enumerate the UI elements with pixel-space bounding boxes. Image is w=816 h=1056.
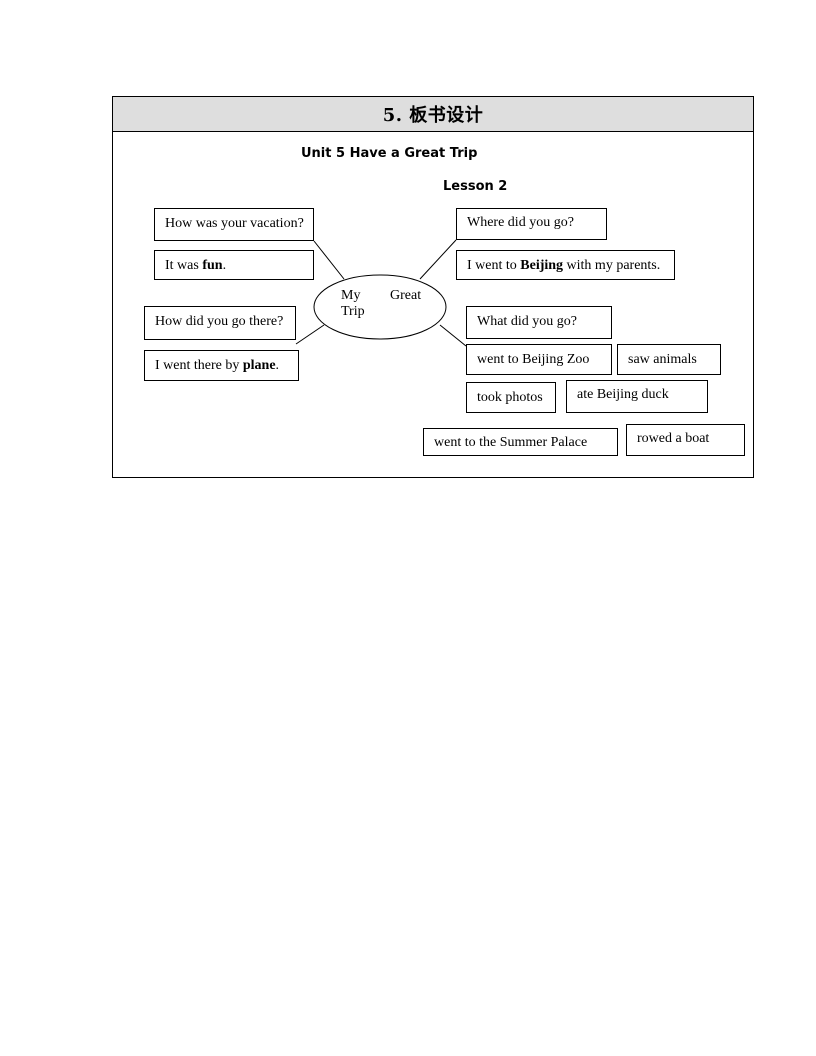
activity-box-summer-palace: went to the Summer Palace [423,428,618,456]
box-text: rowed a boat [637,431,710,446]
activity-box-duck: ate Beijing duck [566,380,708,413]
box-text-pre: I went to [467,258,521,273]
box-text-bold: plane [242,358,276,373]
activity-box-zoo: went to Beijing Zoo [466,344,612,375]
box-text-pre: I went there by [155,358,243,373]
center-word-great: Great [390,288,422,303]
answer-box-fun: It was fun. [154,250,314,280]
box-text-pre: It was [165,258,203,273]
box-text-bold: Beijing [520,258,564,273]
answer-box-beijing: I went to Beijing with my parents. [456,250,675,280]
box-text: How did you go there? [155,314,284,329]
question-box-what: What did you go? [466,306,612,339]
center-word-my: My [341,288,361,303]
box-text: saw animals [628,352,697,367]
box-text-bold: fun [202,258,223,273]
box-text: went to Beijing Zoo [477,352,590,367]
box-text: What did you go? [477,314,577,329]
box-text: took photos [477,390,543,405]
box-text: How was your vacation? [165,216,304,231]
box-text-post: . [222,258,227,273]
activity-box-animals: saw animals [617,344,721,375]
center-word-trip: Trip [341,304,365,319]
box-text: Where did you go? [467,215,574,230]
question-box-go-there: How did you go there? [144,306,296,340]
box-text-post: with my parents. [563,258,661,273]
activity-box-photos: took photos [466,382,556,413]
unit-title: Unit 5 Have a Great Trip [301,146,478,161]
lesson-title: Lesson 2 [443,179,508,194]
box-text: ate Beijing duck [577,387,669,402]
question-box-vacation: How was your vacation? [154,208,314,241]
section-header: 5. 板书设计 [113,97,753,132]
answer-box-plane: I went there by plane. [144,350,299,381]
question-box-where: Where did you go? [456,208,607,240]
box-text-post: . [275,358,280,373]
box-text: went to the Summer Palace [434,435,588,450]
activity-box-boat: rowed a boat [626,424,745,456]
